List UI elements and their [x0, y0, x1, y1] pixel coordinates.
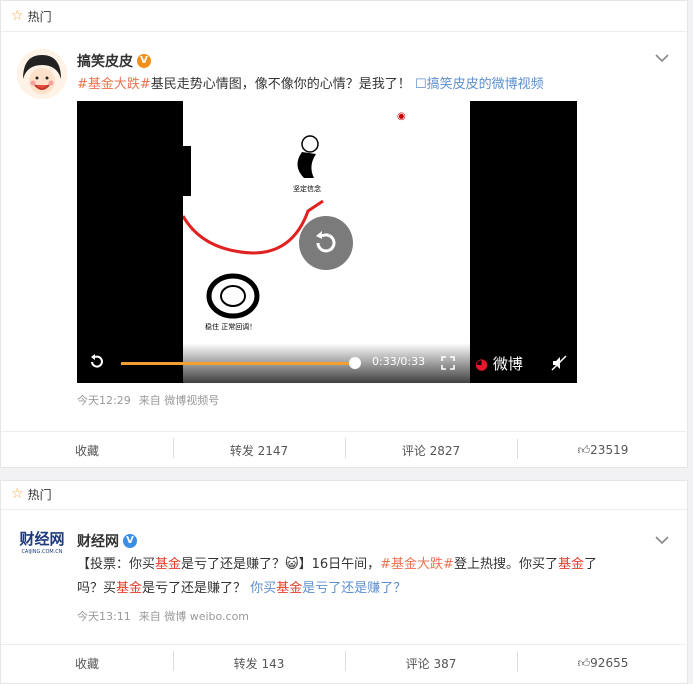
vote-link[interactable]: 你买基金是亏了还是赚了？ [250, 581, 406, 596]
replay-icon [316, 231, 336, 253]
post-source[interactable]: 来自 微博 weibo.com [139, 610, 249, 623]
user-name-2[interactable]: 财经网 V [77, 531, 137, 551]
replay-button[interactable] [87, 353, 105, 375]
action-bar: 收藏 转发 2147 评论 2827 👍︎23519 [1, 431, 689, 468]
hot-tag: ☆ 热门 [11, 5, 52, 27]
avatar[interactable]: 财经网 CAIJING.COM.CN [17, 529, 67, 569]
post-meta: 今天13:11 来自 微博 weibo.com [77, 608, 257, 624]
thumb-up-icon: 👍︎ [577, 442, 591, 457]
star-icon: ☆ [11, 8, 24, 24]
topic-link[interactable]: #基金大跌# [380, 557, 454, 572]
post-card-2: ☆ 热门 财经网 CAIJING.COM.CN 财经网 V 【投票：你买基金是亏… [0, 480, 689, 684]
verified-badge-icon: V [123, 534, 137, 548]
post-card-1: ☆ 热门 搞笑皮皮 V #基金大跌#基民走势心情图，像不像你的心情？是我了！ ☐… [0, 0, 689, 468]
thumb-up-icon: 👍︎ [577, 655, 591, 670]
seek-progress [121, 362, 353, 365]
post-time[interactable]: 今天12:29 [77, 394, 131, 407]
drawing-label-top: 坚定信念 [293, 184, 321, 193]
hot-label: 热门 [27, 487, 52, 502]
weibo-logo-icon: ◕ 微博 [475, 355, 523, 373]
keyword-link[interactable]: 基金 [155, 557, 181, 572]
emoji: 😺 [285, 557, 299, 572]
caijing-logo: 财经网 [19, 530, 65, 548]
post-text: 【投票：你买基金是亏了还是赚了？😺】16日午间，#基金大跌#登上热搜。你买了基金… [77, 557, 597, 596]
replay-center-button[interactable] [299, 216, 353, 270]
chevron-down-icon[interactable] [655, 533, 669, 549]
post-source[interactable]: 来自 微博视频号 [139, 394, 220, 407]
hot-tag: ☆ 热门 [11, 483, 52, 505]
mute-icon[interactable] [551, 355, 567, 375]
post-meta: 今天12:29 来自 微博视频号 [77, 392, 227, 408]
fullscreen-icon[interactable] [441, 355, 455, 374]
like-button[interactable]: 👍︎23519 [517, 438, 689, 459]
drawing-label-bottom: 稳住 正常回调！ [205, 322, 256, 331]
post-text: #基金大跌#基民走势心情图，像不像你的心情？是我了！ ☐搞笑皮皮的微博视频 [77, 77, 544, 92]
comment-button[interactable]: 评论 387 [345, 650, 517, 672]
star-icon: ☆ [11, 486, 24, 502]
post-time[interactable]: 今天13:11 [77, 610, 131, 623]
repost-button[interactable]: 转发 2147 [173, 437, 345, 459]
chevron-down-icon[interactable] [655, 51, 669, 67]
topic-link[interactable]: #基金大跌# [77, 77, 151, 92]
verified-badge-icon: V [137, 54, 151, 68]
video-controls: 0:33/0:33 ◕ 微博 [77, 343, 577, 383]
video-player[interactable]: 坚定信念 稳住 正常回调！ ◉ 0:33/0:33 ◕ 微博 [77, 101, 577, 383]
favorite-button[interactable]: 收藏 [1, 442, 173, 459]
keyword-link[interactable]: 基金 [558, 557, 584, 572]
hot-label: 热门 [27, 9, 52, 24]
seek-handle[interactable] [349, 357, 361, 369]
video-link[interactable]: ☐搞笑皮皮的微博视频 [415, 77, 544, 92]
like-button[interactable]: 👍︎92655 [517, 651, 689, 672]
avatar[interactable] [17, 49, 67, 99]
favorite-button[interactable]: 收藏 [1, 655, 173, 672]
video-watermark-icon: ◉ [397, 111, 406, 122]
comment-button[interactable]: 评论 2827 [345, 437, 517, 459]
keyword-link[interactable]: 基金 [116, 581, 142, 596]
user-name[interactable]: 搞笑皮皮 V [77, 51, 151, 71]
video-time: 0:33/0:33 [372, 355, 426, 368]
video-link-icon: ☐ [414, 77, 427, 92]
action-bar: 收藏 转发 143 评论 387 👍︎92655 [1, 644, 689, 681]
repost-button[interactable]: 转发 143 [173, 650, 345, 672]
caijing-logo-sub: CAIJING.COM.CN [21, 549, 63, 555]
